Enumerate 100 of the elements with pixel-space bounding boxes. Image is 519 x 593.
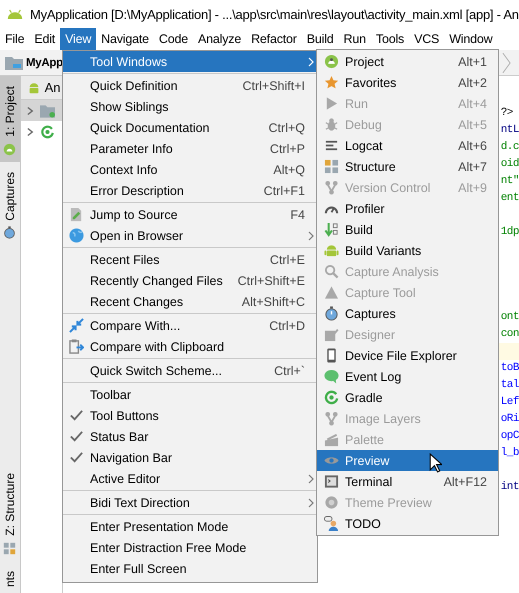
menu-item[interactable]: Enter Distraction Free Mode [63,537,317,558]
code-text: l_b [500,447,519,459]
code-text: int [500,481,519,493]
menu-bar-item[interactable]: Run [338,28,371,50]
shortcut-text: Alt+6 [457,138,487,152]
globe-icon [68,228,84,243]
menu-item[interactable]: Gradle [317,387,498,408]
menu-bar-item[interactable]: Code [154,28,194,50]
menu-item[interactable]: Show Siblings [63,96,317,117]
shortcut-text: Ctrl+Q [268,120,305,134]
code-text: Lef [500,396,519,408]
menu-item[interactable]: Favorites Alt+2 [317,72,498,93]
menu-item[interactable]: Project Alt+1 [317,51,498,72]
menu-item[interactable]: Captures [317,303,498,324]
menu-item[interactable]: Quick Switch Scheme... Ctrl+` [63,360,317,381]
menu-bar-item[interactable]: Tools [370,28,410,50]
stopwatch-icon [3,226,16,240]
chevron-right-icon [308,474,314,484]
arrows-icon [68,318,84,333]
menu-item[interactable]: Navigation Bar [63,447,317,468]
shortcut-text: Alt+1 [457,54,487,68]
menu-bar-item[interactable]: Window [444,28,498,50]
menu-item[interactable]: Enter Presentation Mode [63,516,317,537]
structure-icon [324,159,338,174]
chevron-right-icon[interactable] [26,126,34,136]
code-text: tal [500,379,519,391]
menu-bar-item[interactable]: VCS [409,28,444,50]
chevron-right-icon [308,56,314,66]
shortcut-text: Alt+9 [457,180,487,194]
tool-window-tab[interactable]: Z: Structure [0,463,20,561]
menu-item[interactable]: Build Variants [317,240,498,261]
menu-item[interactable]: Device File Explorer [317,345,498,366]
chevron-right-icon [502,52,511,74]
menu-bar-item[interactable]: Edit [29,28,60,50]
menu-item[interactable]: Error Description Ctrl+F1 [63,180,317,201]
menu-item[interactable]: Recent Files Ctrl+E [63,249,317,270]
tool-window-tab[interactable]: nts [0,560,20,593]
check-icon [68,429,84,444]
tool-window-tab[interactable]: 1: Project [0,76,20,162]
menu-bar-item[interactable]: Navigate [96,28,154,50]
stack-icon [324,432,338,447]
code-text: d.c [500,141,519,153]
branch-icon [324,180,338,195]
menu-item[interactable]: Tool Buttons [63,405,317,426]
shortcut-text: Alt+2 [457,76,487,90]
code-text: ont [500,311,519,323]
menu-item[interactable]: Structure Alt+7 [317,156,498,177]
menu-item[interactable]: Preview [317,450,498,471]
code-text: con [500,328,519,340]
menu-item[interactable]: Active Editor [63,468,317,489]
menu-item[interactable]: Status Bar [63,426,317,447]
check-icon [68,450,84,465]
menu-item[interactable]: Bidi Text Direction [63,492,317,513]
code-text: 1dp [500,226,519,238]
star-icon [324,75,338,90]
menu-item[interactable]: Parameter Info Ctrl+P [63,138,317,159]
menu-item[interactable]: Compare with Clipboard [63,336,317,357]
menu-item[interactable]: Profiler [317,198,498,219]
chevron-right-icon[interactable] [26,106,34,116]
menu-item[interactable]: Context Info Alt+Q [63,159,317,180]
ring-icon [40,124,55,138]
shortcut-text: Ctrl+D [268,318,305,332]
menu-bar-item[interactable]: File [0,28,30,50]
menu-item[interactable]: Compare With... Ctrl+D [63,315,317,336]
menu-item[interactable]: Terminal Alt+F12 [317,471,498,492]
chevron-right-icon [308,230,314,240]
shortcut-text: Alt+Q [272,162,305,176]
menu-item[interactable]: Enter Full Screen [63,558,317,579]
menu-item[interactable]: Recent Changes Alt+Shift+C [63,291,317,312]
menu-item[interactable]: Open in Browser [63,225,317,246]
code-text: opC [500,430,519,442]
shortcut-text: Ctrl+Shift+E [236,274,305,288]
menu-bar-item[interactable]: Refactor [246,28,302,50]
menu-item[interactable]: Recently Changed Files Ctrl+Shift+E [63,270,317,291]
menu-item[interactable]: Quick Definition Ctrl+Shift+I [63,75,317,96]
menu-item[interactable]: Logcat Alt+6 [317,135,498,156]
android-badge-icon [324,54,338,69]
menu-bar-item[interactable]: Analyze [193,28,246,50]
menu-item[interactable]: Event Log [317,366,498,387]
menu-item[interactable]: Build [317,219,498,240]
shortcut-text: Alt+7 [457,160,487,174]
android-badge-icon [3,142,16,156]
chevron-right-icon [308,498,314,508]
check-icon [68,408,84,423]
tool-window-tab[interactable]: Captures [0,162,20,246]
code-text: ntL [500,124,519,136]
menu-item[interactable]: Quick Documentation Ctrl+Q [63,117,317,138]
menu-bar-item[interactable]: Build [302,28,339,50]
shortcut-text: F4 [289,208,305,222]
shortcut-text: Alt+Shift+C [240,294,305,308]
menu-item[interactable]: Tool Windows [63,51,317,72]
menu-item[interactable]: TODO [317,513,498,534]
menu-item[interactable]: Toolbar [63,384,317,405]
shortcut-text: Alt+4 [457,96,487,110]
menu-bar-item[interactable]: View [60,28,96,50]
bug-icon [324,117,338,132]
code-text: ?> [500,107,513,119]
shortcut-text: Ctrl+` [273,364,305,378]
breadcrumb[interactable]: MyApp [26,56,63,68]
shortcut-text: Ctrl+F1 [262,184,305,198]
